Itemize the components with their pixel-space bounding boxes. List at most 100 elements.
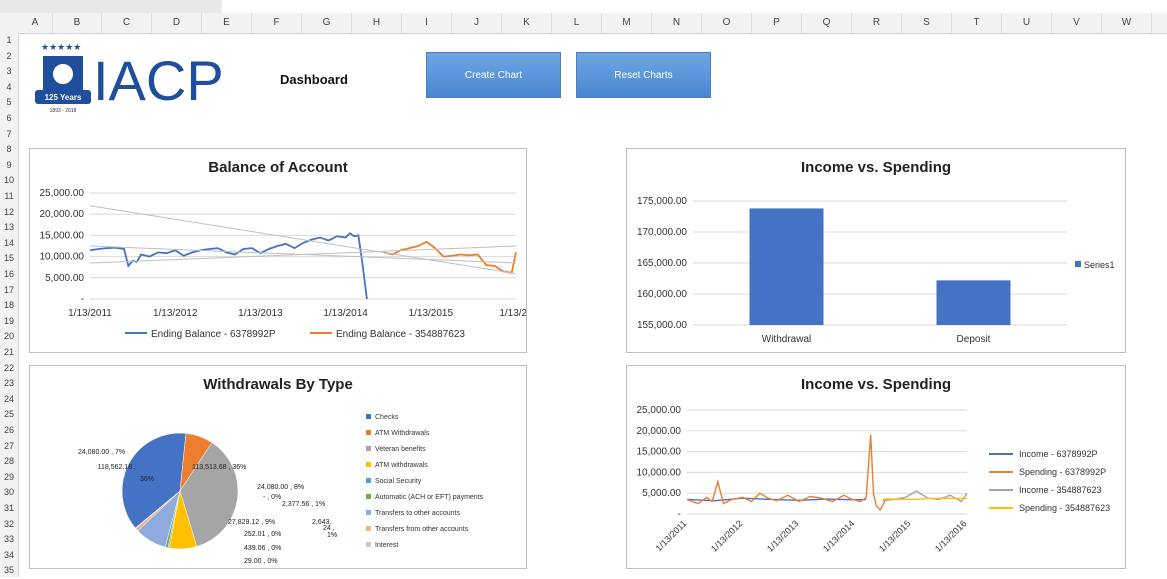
y-tick-label: 155,000.00: [637, 320, 687, 331]
row-label: 13: [3, 222, 14, 233]
create-chart-button[interactable]: Create Chart: [426, 52, 561, 98]
row-label: 28: [3, 456, 14, 467]
row-label: 32: [3, 518, 14, 529]
income-bar-chart: 175,000.00 170,000.00 165,000.00 160,000.00…: [637, 196, 1115, 345]
legend-label: Series1: [1084, 260, 1115, 270]
legend-swatch: [366, 430, 371, 435]
x-tick-label: 1/13/2014: [323, 308, 368, 319]
column-label: E: [202, 13, 252, 33]
row-label: 10: [3, 175, 14, 186]
row-label: 9: [6, 159, 12, 170]
column-label: B: [53, 13, 102, 33]
row-label: 1: [6, 35, 12, 45]
row-label: 27: [3, 440, 14, 451]
column-label: F: [252, 13, 302, 33]
row-label: 30: [3, 487, 14, 498]
x-tick-label: 1/13/2014: [821, 518, 856, 553]
bar: [749, 208, 824, 325]
x-tick-label: 1/13/2013: [765, 518, 800, 553]
row-label: 17: [3, 284, 14, 295]
x-tick-label: 1/13/20: [499, 308, 526, 319]
column-label: I: [402, 13, 452, 33]
data-label: 24,080.00 , 7%: [78, 449, 125, 456]
column-label: L: [552, 13, 602, 33]
column-label: D: [152, 13, 202, 33]
data-label: 29.00 , 0%: [244, 558, 277, 565]
legend-swatch: [366, 494, 371, 499]
x-tick-label: Deposit: [957, 334, 991, 345]
column-label: O: [702, 13, 752, 33]
stars-icon: ★★★★★: [41, 42, 81, 52]
data-label: 27,829.12 , 9%: [228, 519, 275, 526]
y-tick-label: 5,000.00: [45, 273, 84, 284]
column-label: N: [652, 13, 702, 33]
reset-charts-button[interactable]: Reset Charts: [576, 52, 711, 98]
row-label: 5: [6, 97, 12, 108]
column-label: V: [1052, 13, 1102, 33]
legend-swatch: [366, 542, 371, 547]
y-tick-label: 10,000.00: [40, 252, 85, 263]
series-line: [882, 497, 968, 501]
y-tick-label: 5,000.00: [642, 488, 681, 499]
y-tick-label: 160,000.00: [637, 289, 687, 300]
x-tick-label: 1/13/2013: [238, 308, 283, 319]
bar: [936, 280, 1011, 325]
row-label: 24: [3, 393, 14, 404]
column-header: ABCDEFGHIJKLMNOPQRSTUVW: [0, 13, 1167, 34]
column-label: M: [602, 13, 652, 33]
iacp-logo: ★★★★★ 125 Years 1893 - 2018 IACP: [35, 42, 224, 114]
row-label: 33: [3, 534, 14, 545]
legend-label: ATM Withdrawals: [375, 430, 430, 437]
y-tick-label: -: [81, 294, 84, 305]
x-tick-label: 1/13/2016: [933, 518, 968, 553]
y-tick-label: 165,000.00: [637, 258, 687, 269]
column-label: U: [1002, 13, 1052, 33]
y-tick-label: 15,000.00: [40, 230, 85, 241]
y-tick-label: 20,000.00: [637, 426, 682, 437]
row-label: 4: [6, 81, 12, 92]
legend-label: Interest: [375, 542, 398, 549]
row-label: 22: [3, 362, 14, 373]
column-label: A: [18, 13, 53, 33]
y-tick-label: 25,000.00: [637, 405, 682, 416]
income-bar-chart-panel: Income vs. Spending 175,000.00 170,000.00…: [626, 148, 1126, 353]
legend-swatch: [366, 462, 371, 467]
legend-label: Spending - 6378992P: [1019, 467, 1106, 477]
globe-icon: [51, 62, 75, 86]
column-label: C: [102, 13, 152, 33]
logo-text: IACP: [93, 49, 224, 112]
legend-swatch: [366, 446, 371, 451]
column-label: Q: [802, 13, 852, 33]
row-label: 23: [3, 378, 14, 389]
column-label: K: [502, 13, 552, 33]
data-label: 1%: [327, 532, 337, 539]
data-label: 24 ,: [323, 525, 335, 532]
row-label: 2: [6, 50, 12, 61]
withdrawals-pie-panel: Withdrawals By Type 118,562.18 , 36% 24,08…: [29, 365, 527, 569]
legend-swatch: [1075, 261, 1081, 267]
row-label: 11: [4, 191, 14, 201]
data-label: 36%: [140, 476, 154, 483]
row-label: 3: [6, 66, 12, 77]
legend-label: Veteran benefits: [375, 446, 426, 453]
y-tick-label: 175,000.00: [637, 196, 687, 207]
page-title: Dashboard: [280, 72, 348, 87]
x-tick-label: 1/13/2011: [654, 518, 689, 553]
data-label: - , 0%: [263, 494, 281, 501]
x-tick-label: 1/13/2011: [68, 308, 112, 319]
income-line-chart: 25,000.00 20,000.00 15,000.00 10,000.00 5,00…: [637, 405, 1111, 554]
x-tick-label: 1/13/2012: [153, 308, 198, 319]
legend-swatch: [366, 526, 371, 531]
row-label: 19: [3, 315, 14, 326]
row-label: 7: [6, 128, 12, 139]
row-label: 12: [3, 206, 14, 217]
column-label: S: [902, 13, 952, 33]
legend-label: Ending Balance - 354887623: [336, 329, 465, 340]
years-range: 1893 - 2018: [50, 108, 77, 114]
legend-label: Income - 6378992P: [1019, 449, 1098, 459]
data-label: 439.06 , 0%: [244, 545, 281, 552]
x-tick-label: 1/13/2015: [409, 308, 454, 319]
column-label: G: [302, 13, 352, 33]
column-label: J: [452, 13, 502, 33]
column-label: W: [1102, 13, 1152, 33]
